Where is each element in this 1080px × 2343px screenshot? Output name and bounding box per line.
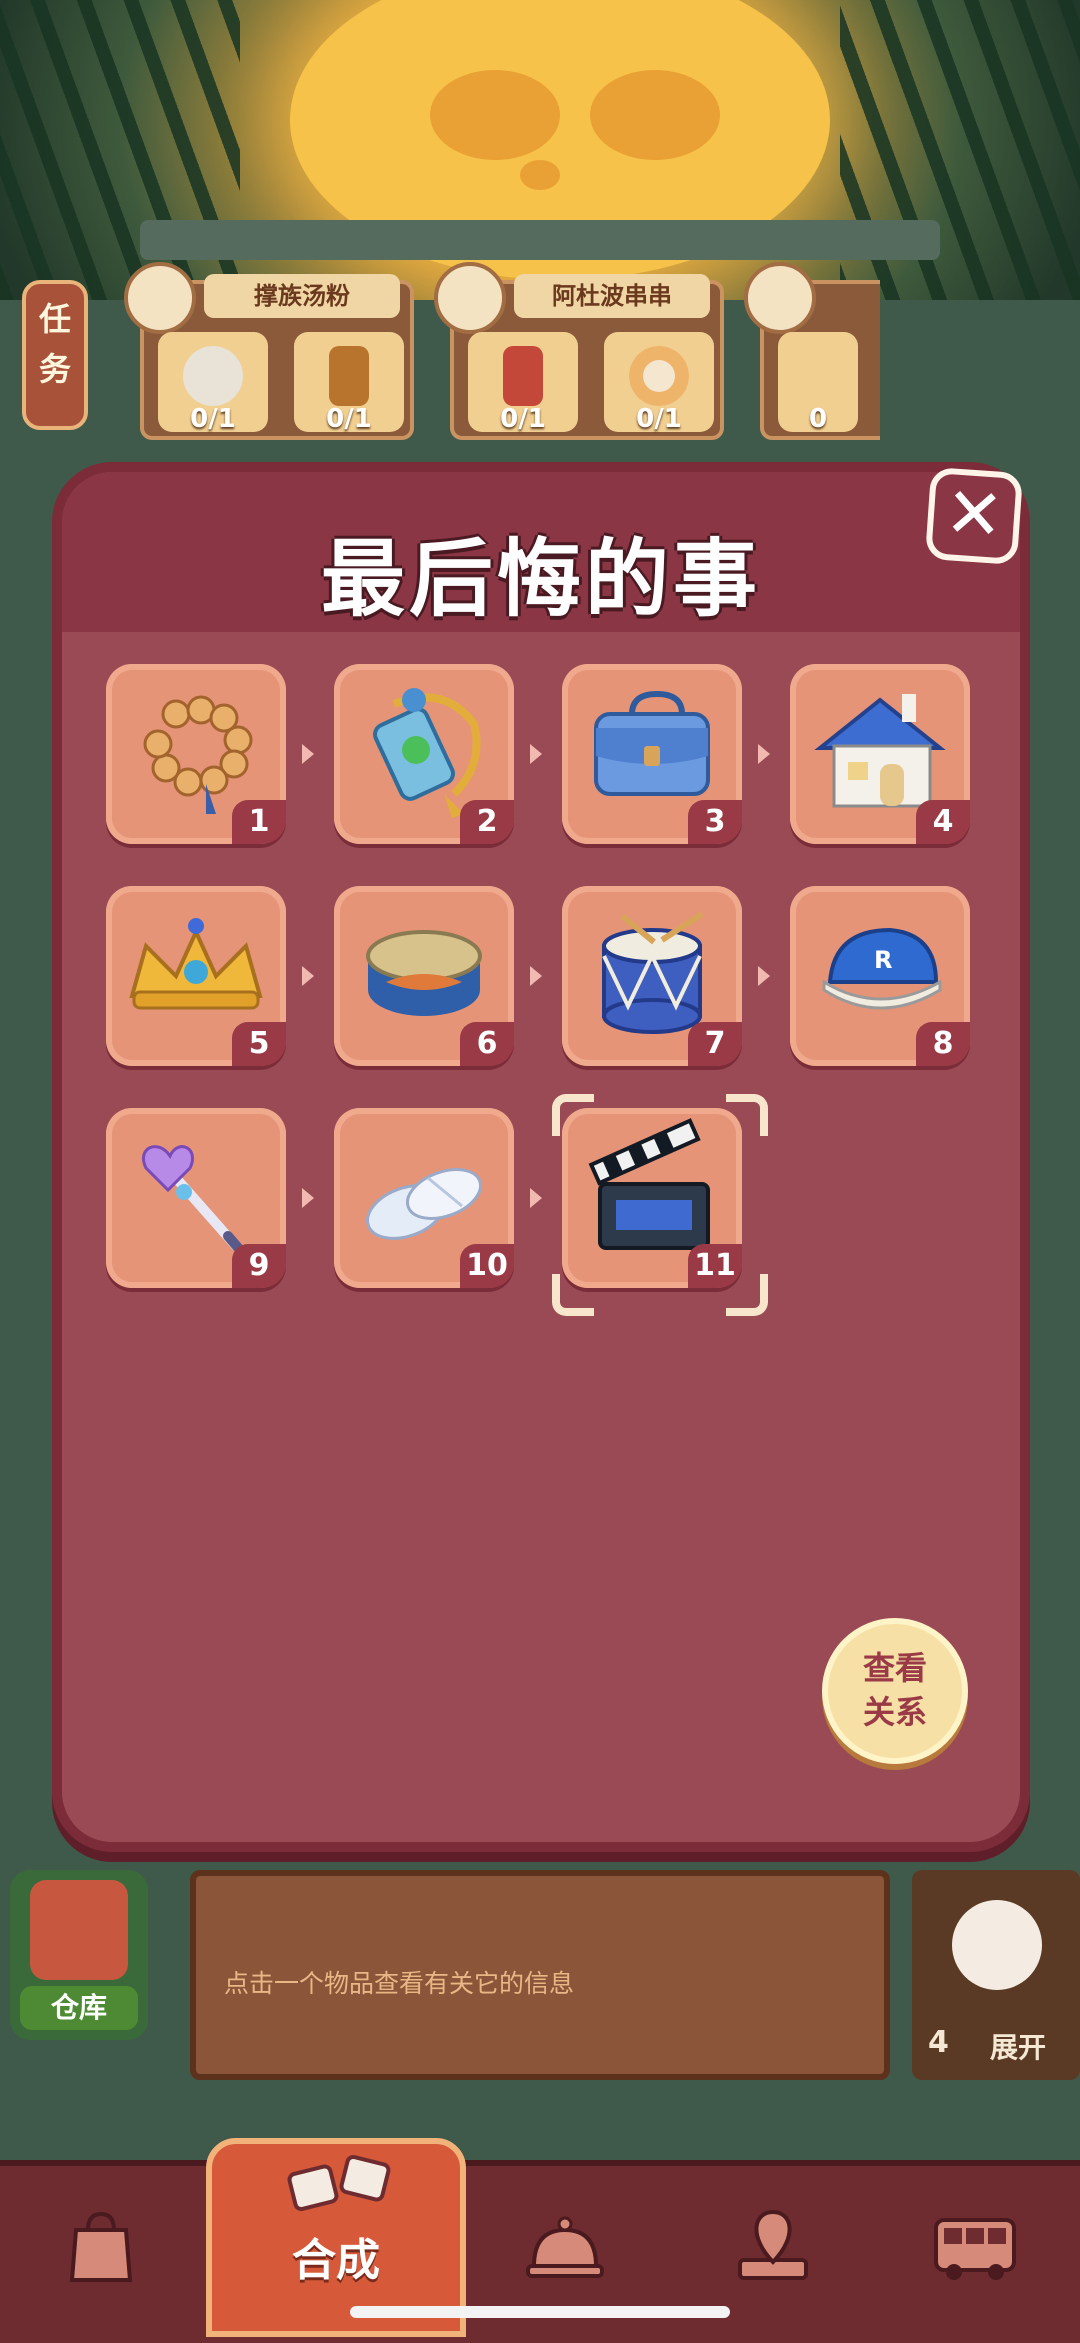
chili-sauce-bottle-icon — [503, 346, 543, 406]
task-tab-label-bottom: 务 — [38, 350, 71, 388]
task-tab[interactable]: 任 务 — [22, 280, 88, 430]
selection-corner — [726, 1274, 768, 1316]
expand-button[interactable]: 展开 — [990, 2026, 1046, 2066]
slot-count: 0/1 — [326, 404, 372, 434]
chain-item-2[interactable]: 2 — [334, 664, 514, 844]
lucky-cat-panel[interactable]: 4 展开 — [912, 1870, 1080, 2080]
order-slot[interactable]: 0 — [778, 332, 858, 434]
warehouse-label: 仓库 — [20, 1986, 138, 2030]
skewer-plate-icon — [434, 262, 506, 334]
bus-icon[interactable] — [930, 2200, 1020, 2290]
item-number: 8 — [916, 1022, 970, 1066]
chain-arrow — [530, 966, 542, 986]
item-info-panel: 点击一个物品查看有关它的信息 — [190, 1870, 890, 2080]
service-bell-icon[interactable] — [520, 2200, 610, 2290]
view-relation-label-line1: 查看 — [862, 1649, 927, 1687]
egg-icon — [629, 346, 689, 406]
item-number: 1 — [232, 800, 286, 844]
svg-text:R: R — [874, 946, 892, 974]
slot-count: 0/1 — [190, 404, 236, 434]
map-pin-icon[interactable] — [728, 2200, 818, 2290]
order-card-partial[interactable]: 0 — [744, 262, 880, 440]
lucky-cat-icon — [952, 1900, 1042, 1990]
order-card[interactable]: 阿杜波串串 0/1 0/1 — [434, 262, 724, 440]
roof-eave — [140, 220, 940, 260]
chain-item-4[interactable]: 4 — [790, 664, 970, 844]
nav-merge-label: 合成 — [292, 2235, 380, 2286]
close-icon: ✕ — [942, 471, 1007, 557]
slot-count: 0/1 — [500, 404, 546, 434]
merge-icon — [287, 2154, 391, 2212]
order-title: 阿杜波串串 — [514, 274, 710, 318]
info-hint: 点击一个物品查看有关它的信息 — [224, 1969, 575, 1998]
chain-item-9[interactable]: 9 — [106, 1108, 286, 1288]
noodle-bowl-icon — [183, 346, 243, 406]
chain-arrow — [530, 1188, 542, 1208]
chain-item-1[interactable]: 1 — [106, 664, 286, 844]
item-number: 6 — [460, 1022, 514, 1066]
chain-arrow — [302, 966, 314, 986]
item-number: 7 — [688, 1022, 742, 1066]
item-number: 2 — [460, 800, 514, 844]
order-title: 撑族汤粉 — [204, 274, 400, 318]
sauce-bottle-icon — [329, 346, 369, 406]
chain-arrow — [302, 744, 314, 764]
chain-arrow — [758, 966, 770, 986]
warehouse-button[interactable]: 仓库 — [10, 1870, 148, 2040]
cat-count: 4 — [928, 2025, 949, 2060]
close-button[interactable]: ✕ — [924, 466, 1024, 566]
home-indicator[interactable] — [350, 2306, 730, 2318]
chain-arrow — [758, 744, 770, 764]
order-slot[interactable]: 0/1 — [294, 332, 404, 434]
chain-item-7[interactable]: 7 — [562, 886, 742, 1066]
shop-bag-icon[interactable] — [56, 2200, 146, 2290]
chain-item-6[interactable]: 6 — [334, 886, 514, 1066]
item-number: 9 — [232, 1244, 286, 1288]
rice-bowl-icon — [744, 262, 816, 334]
selection-corner — [552, 1274, 594, 1316]
chain-arrow — [530, 744, 542, 764]
selection-corner — [552, 1094, 594, 1136]
slot-count: 0/1 — [636, 404, 682, 434]
order-slot[interactable]: 0/1 — [158, 332, 268, 434]
slot-count: 0 — [808, 404, 828, 434]
chain-item-3[interactable]: 3 — [562, 664, 742, 844]
chain-item-10[interactable]: 10 — [334, 1108, 514, 1288]
selection-corner — [726, 1094, 768, 1136]
view-relation-label-line2: 关系 — [862, 1693, 927, 1731]
noodle-bowl-icon — [124, 262, 196, 334]
item-number: 3 — [688, 800, 742, 844]
chain-arrow — [302, 1188, 314, 1208]
order-slot[interactable]: 0/1 — [468, 332, 578, 434]
item-number: 4 — [916, 800, 970, 844]
order-card[interactable]: 撑族汤粉 0/1 0/1 — [124, 262, 414, 440]
view-relation-button[interactable]: 查看 关系 — [822, 1618, 968, 1764]
modal-title: 最后悔的事 — [320, 530, 761, 628]
task-tab-label-top: 任 — [38, 300, 71, 338]
item-number: 5 — [232, 1022, 286, 1066]
item-number: 10 — [460, 1244, 514, 1288]
order-slot[interactable]: 0/1 — [604, 332, 714, 434]
chain-item-5[interactable]: 5 — [106, 886, 286, 1066]
warehouse-icon — [30, 1880, 128, 1980]
chain-item-8[interactable]: R 8 — [790, 886, 970, 1066]
